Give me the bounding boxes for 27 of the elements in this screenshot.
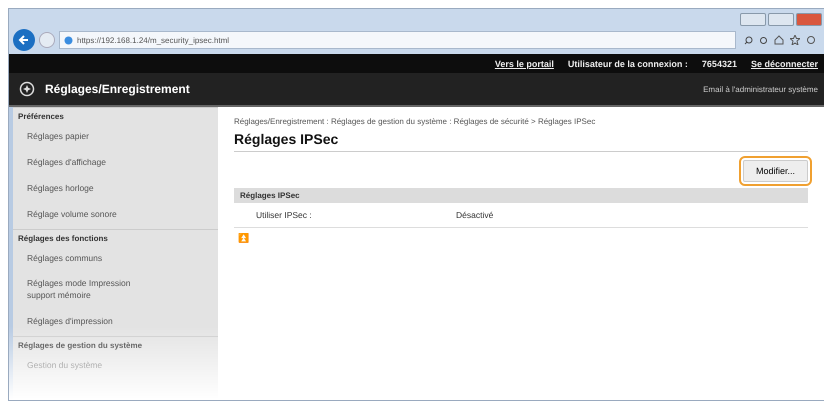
page-title: Réglages IPSec [234, 126, 808, 152]
login-user-label: Utilisateur de la connexion : [568, 58, 688, 68]
sidebar-section-title: Réglages de gestion du système [13, 336, 218, 354]
search-icon[interactable] [744, 36, 753, 44]
user-id: 7654321 [702, 58, 737, 68]
star-icon[interactable] [790, 35, 800, 45]
page-header-title: Réglages/Enregistrement [45, 82, 190, 96]
sidebar-section-title: Réglages des fonctions [13, 228, 218, 247]
sidebar-item[interactable]: Réglages communs [13, 246, 218, 272]
left-arrow-icon [18, 34, 30, 46]
setting-value: Désactivé [456, 210, 494, 220]
sidebar-item[interactable]: Réglages horloge [13, 176, 218, 203]
sidebar-item[interactable]: Réglage volume sonore [13, 202, 218, 229]
admin-email-link[interactable]: Email à l'administrateur système [703, 84, 818, 94]
sidebar-item[interactable]: Réglages d'impression [13, 310, 218, 336]
section-header: Réglages IPSec [234, 188, 808, 203]
sidebar-item[interactable]: Réglages papier [13, 125, 218, 151]
back-button[interactable] [13, 29, 35, 51]
setting-label: Utiliser IPSec : [256, 210, 313, 220]
logout-link[interactable]: Se déconnecter [750, 58, 818, 68]
home-icon[interactable] [774, 35, 784, 45]
address-bar[interactable]: https://192.168.1.24/m_security_ipsec.html [59, 31, 736, 49]
sidebar-item[interactable]: Réglages mode Impression support mémoire [13, 272, 218, 310]
sidebar-section-title: Préférences [13, 107, 218, 125]
breadcrumb: Réglages/Enregistrement : Réglages de gestion du système : Réglages de sécurité > Réglages IPSec [234, 117, 596, 126]
portal-link[interactable]: Vers le portail [494, 58, 554, 68]
sidebar-item[interactable]: Réglages d'affichage [13, 150, 218, 177]
